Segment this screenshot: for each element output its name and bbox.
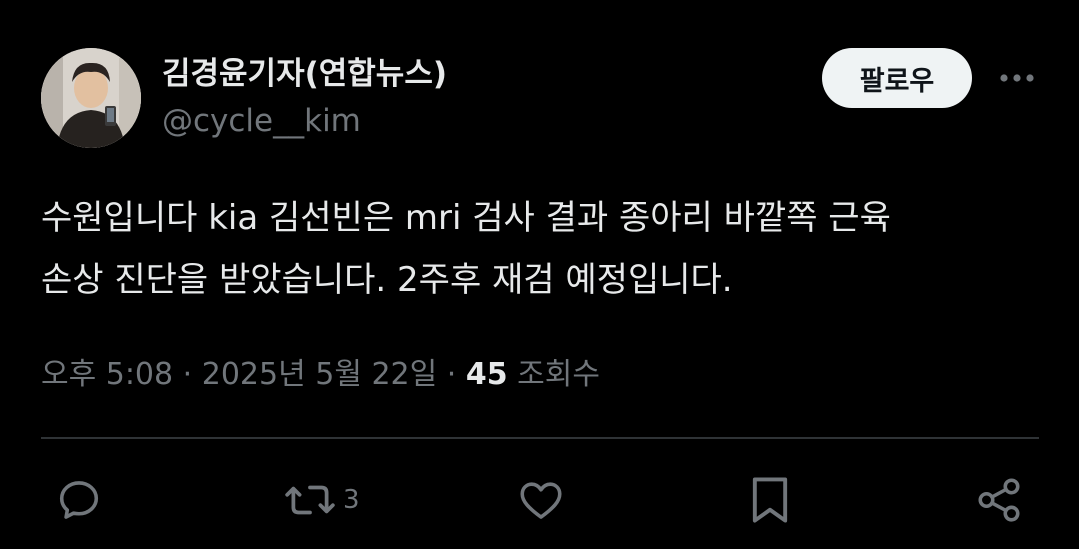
views-label: 조회수 <box>517 357 600 392</box>
tweet-meta: 오후 5:08 · 2025년 5월 22일 · 45 조회수 <box>41 349 600 393</box>
more-options-button[interactable] <box>994 58 1040 98</box>
tweet-text-line-1: 수원입니다 kia 김선빈은 mri 검사 결과 종아리 바깥쪽 근육 <box>41 198 891 238</box>
views-count: 45 <box>465 357 508 392</box>
bookmark-icon <box>752 477 788 523</box>
reply-icon <box>59 481 99 519</box>
share-button[interactable] <box>974 474 1024 526</box>
reply-button[interactable] <box>54 474 104 526</box>
share-icon <box>978 478 1020 522</box>
heart-icon <box>520 482 562 519</box>
tweet-date[interactable]: 2025년 5월 22일 <box>202 357 437 392</box>
retweet-count: 3 <box>343 485 360 515</box>
follow-button[interactable]: 팔로우 <box>822 48 972 108</box>
bookmark-button[interactable] <box>746 474 794 526</box>
tweet-text: 수원입니다 kia 김선빈은 mri 검사 결과 종아리 바깥쪽 근육 손상 진… <box>41 187 1041 311</box>
retweet-icon <box>285 485 335 515</box>
divider <box>41 437 1039 439</box>
tweet-time[interactable]: 오후 5:08 <box>41 357 173 392</box>
retweet-button[interactable]: 3 <box>283 474 360 526</box>
meta-separator: · <box>182 357 193 392</box>
profile-photo <box>41 48 141 148</box>
like-button[interactable] <box>516 474 566 526</box>
tweet-text-line-2: 손상 진단을 받았습니다. 2주후 재검 예정입니다. <box>41 260 733 300</box>
user-handle[interactable]: @cycle__kim <box>162 103 361 139</box>
display-name[interactable]: 김경윤기자(연합뉴스) <box>162 48 447 93</box>
more-horizontal-icon <box>1000 74 1034 82</box>
meta-separator: · <box>446 357 457 392</box>
avatar[interactable] <box>41 48 141 148</box>
